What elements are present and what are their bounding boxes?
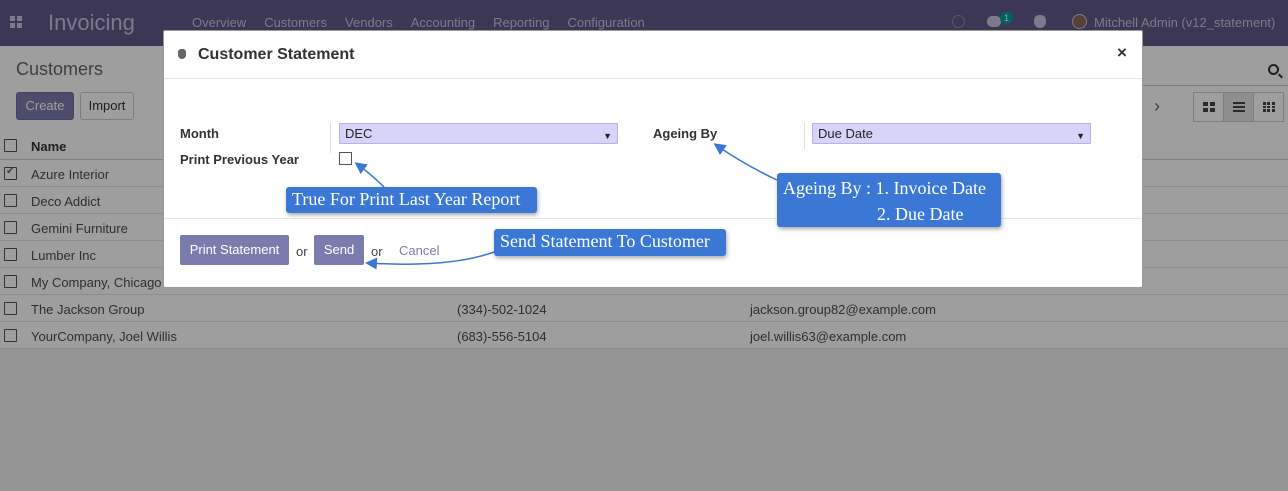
caret-down-icon: ▼ — [1076, 131, 1085, 141]
bug-icon — [178, 49, 186, 59]
cancel-button[interactable]: Cancel — [399, 243, 439, 258]
ageing-note-line-1: Ageing By : 1. Invoice Date — [783, 178, 986, 198]
caret-down-icon: ▼ — [603, 131, 612, 141]
ageing-by-value: Due Date — [818, 126, 873, 141]
print-previous-year-note: True For Print Last Year Report — [286, 187, 537, 213]
send-button[interactable]: Send — [314, 235, 364, 265]
send-statement-note: Send Statement To Customer — [494, 229, 726, 256]
dialog-title: Customer Statement — [198, 46, 355, 63]
ageing-by-label: Ageing By — [653, 126, 718, 141]
print-previous-year-checkbox[interactable] — [339, 152, 352, 165]
print-statement-button[interactable]: Print Statement — [180, 235, 289, 265]
field-separator — [330, 123, 331, 153]
or-text: or — [296, 244, 308, 259]
or-text: or — [371, 244, 383, 259]
month-label: Month — [180, 126, 219, 141]
dialog-header: Customer Statement × — [164, 31, 1142, 79]
close-icon[interactable]: × — [1117, 43, 1127, 63]
month-select[interactable]: DEC ▼ — [339, 123, 618, 144]
field-separator — [804, 123, 805, 149]
print-previous-year-label: Print Previous Year — [180, 152, 299, 167]
ageing-note-line-2: 2. Due Date — [877, 204, 964, 224]
ageing-by-note: Ageing By : 1. Invoice Date 2. Due Date — [777, 173, 1001, 227]
month-value: DEC — [345, 126, 373, 141]
ageing-by-select[interactable]: Due Date ▼ — [812, 123, 1091, 144]
